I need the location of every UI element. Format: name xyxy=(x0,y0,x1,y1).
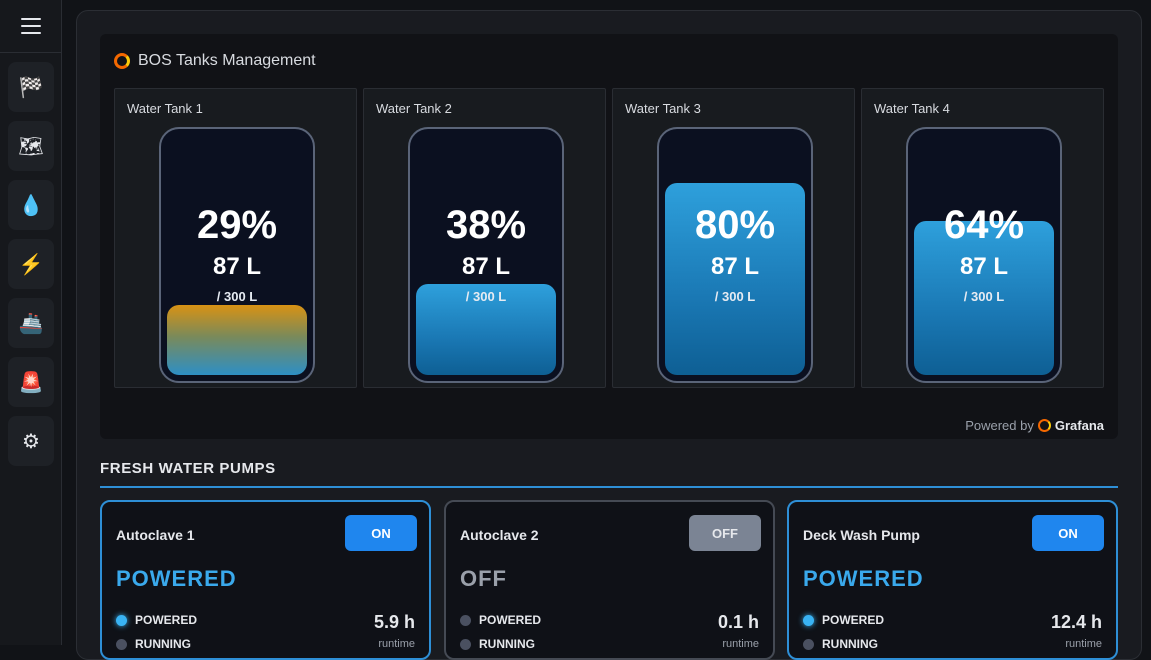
pump-name: Autoclave 2 xyxy=(460,527,539,543)
tank-title: Water Tank 4 xyxy=(874,101,950,116)
tank-gauge: 80% 87 L / 300 L xyxy=(657,127,813,383)
status-running: RUNNING xyxy=(460,637,535,651)
pump-name: Deck Wash Pump xyxy=(803,527,920,543)
status-label: RUNNING xyxy=(479,637,535,651)
tank-liters: 87 L xyxy=(461,253,511,280)
menu-button[interactable] xyxy=(0,0,62,53)
hamburger-icon xyxy=(21,18,41,34)
gear-icon: ⚙ xyxy=(22,430,40,453)
tank-percent: 64% xyxy=(943,203,1025,247)
tank-percent: 38% xyxy=(445,203,527,247)
status-powered: POWERED xyxy=(460,613,541,627)
pump-runtime: 5.9 h xyxy=(373,612,415,632)
pump-state: OFF xyxy=(460,566,507,591)
tank-liters: 87 L xyxy=(959,253,1009,280)
tank-capacity: / 300 L xyxy=(963,289,1005,304)
grafana-logo-icon xyxy=(1037,419,1051,432)
alarm-light-icon: 🚨 xyxy=(18,371,44,394)
dashboard-title: BOS Tanks Management xyxy=(114,52,316,70)
sidebar-item-power[interactable]: ⚡ xyxy=(8,239,54,289)
tank-capacity: / 300 L xyxy=(465,289,507,304)
tank-liters: 87 L xyxy=(710,253,760,280)
pump-state: POWERED xyxy=(116,566,237,591)
status-running: RUNNING xyxy=(116,637,191,651)
tank-fill-level xyxy=(167,305,307,375)
status-label: POWERED xyxy=(822,613,885,627)
runtime-label: runtime xyxy=(722,638,759,650)
pump-card-autoclave-2: Autoclave 2 OFF OFF POWERED RUNNING 0.1 … xyxy=(444,500,775,660)
pump-state: POWERED xyxy=(803,566,924,591)
section-divider xyxy=(100,486,1118,488)
race-flag-icon: 🏁 xyxy=(18,76,44,99)
sidebar-item-race-flag[interactable]: 🏁 xyxy=(8,62,54,112)
tank-panel-2: Water Tank 2 38% 87 L / 300 L xyxy=(363,88,606,388)
section-title-pumps: FRESH WATER PUMPS xyxy=(100,460,276,477)
status-running: RUNNING xyxy=(803,637,878,651)
map-icon: 🗺 xyxy=(18,135,44,158)
status-dot-icon xyxy=(803,614,814,626)
sidebar-item-alarms[interactable]: 🚨 xyxy=(8,357,54,407)
pump-toggle-button[interactable]: OFF xyxy=(689,515,761,551)
pump-card-deck-wash: Deck Wash Pump ON POWERED POWERED RUNNIN… xyxy=(787,500,1118,660)
status-dot-icon xyxy=(803,638,814,650)
status-powered: POWERED xyxy=(116,613,197,627)
sidebar-item-ship[interactable]: 🚢 xyxy=(8,298,54,348)
status-dot-icon xyxy=(460,614,471,626)
tank-panel-4: Water Tank 4 64% 87 L / 300 L xyxy=(861,88,1104,388)
tank-title: Water Tank 3 xyxy=(625,101,701,116)
pump-toggle-button[interactable]: ON xyxy=(345,515,417,551)
tank-percent: 80% xyxy=(694,203,776,247)
tank-gauge: 64% 87 L / 300 L xyxy=(906,127,1062,383)
grafana-embed: BOS Tanks Management Water Tank 1 29% 87… xyxy=(100,34,1118,439)
status-dot-icon xyxy=(116,638,127,650)
ship-icon: 🚢 xyxy=(18,312,44,335)
sidebar-item-map[interactable]: 🗺 xyxy=(8,121,54,171)
powered-by-label: Powered by xyxy=(965,418,1034,433)
tank-liters: 87 L xyxy=(212,253,262,280)
sidebar-item-settings[interactable]: ⚙ xyxy=(8,416,54,466)
status-label: POWERED xyxy=(135,613,198,627)
pump-toggle-button[interactable]: ON xyxy=(1032,515,1104,551)
tank-title: Water Tank 2 xyxy=(376,101,452,116)
status-dot-icon xyxy=(460,638,471,650)
pump-runtime: 12.4 h xyxy=(1050,612,1102,632)
tank-panel-3: Water Tank 3 80% 87 L / 300 L xyxy=(612,88,855,388)
tank-title: Water Tank 1 xyxy=(127,101,203,116)
status-label: POWERED xyxy=(479,613,542,627)
powered-by-grafana[interactable]: Powered by Grafana xyxy=(965,418,1104,433)
grafana-logo-icon xyxy=(114,53,130,69)
pump-card-autoclave-1: Autoclave 1 ON POWERED POWERED RUNNING 5… xyxy=(100,500,431,660)
sidebar: 🏁 🗺 💧 ⚡ 🚢 🚨 ⚙ xyxy=(0,0,62,645)
pump-name: Autoclave 1 xyxy=(116,527,195,543)
status-label: RUNNING xyxy=(135,637,191,651)
status-powered: POWERED xyxy=(803,613,884,627)
tank-gauge: 38% 87 L / 300 L xyxy=(408,127,564,383)
dashboard-title-text: BOS Tanks Management xyxy=(138,52,316,69)
tank-panel-1: Water Tank 1 29% 87 L / 300 L xyxy=(114,88,357,388)
tank-capacity: / 300 L xyxy=(216,289,258,304)
tank-gauge: 29% 87 L / 300 L xyxy=(159,127,315,383)
runtime-label: runtime xyxy=(378,638,415,650)
tank-percent: 29% xyxy=(196,203,278,247)
sidebar-item-water[interactable]: 💧 xyxy=(8,180,54,230)
status-label: RUNNING xyxy=(822,637,878,651)
grafana-brand: Grafana xyxy=(1054,418,1104,433)
lightning-icon: ⚡ xyxy=(18,253,44,276)
status-dot-icon xyxy=(116,614,127,626)
tank-capacity: / 300 L xyxy=(714,289,756,304)
runtime-label: runtime xyxy=(1065,638,1102,650)
water-drop-icon: 💧 xyxy=(18,194,44,217)
pump-runtime: 0.1 h xyxy=(717,612,759,632)
